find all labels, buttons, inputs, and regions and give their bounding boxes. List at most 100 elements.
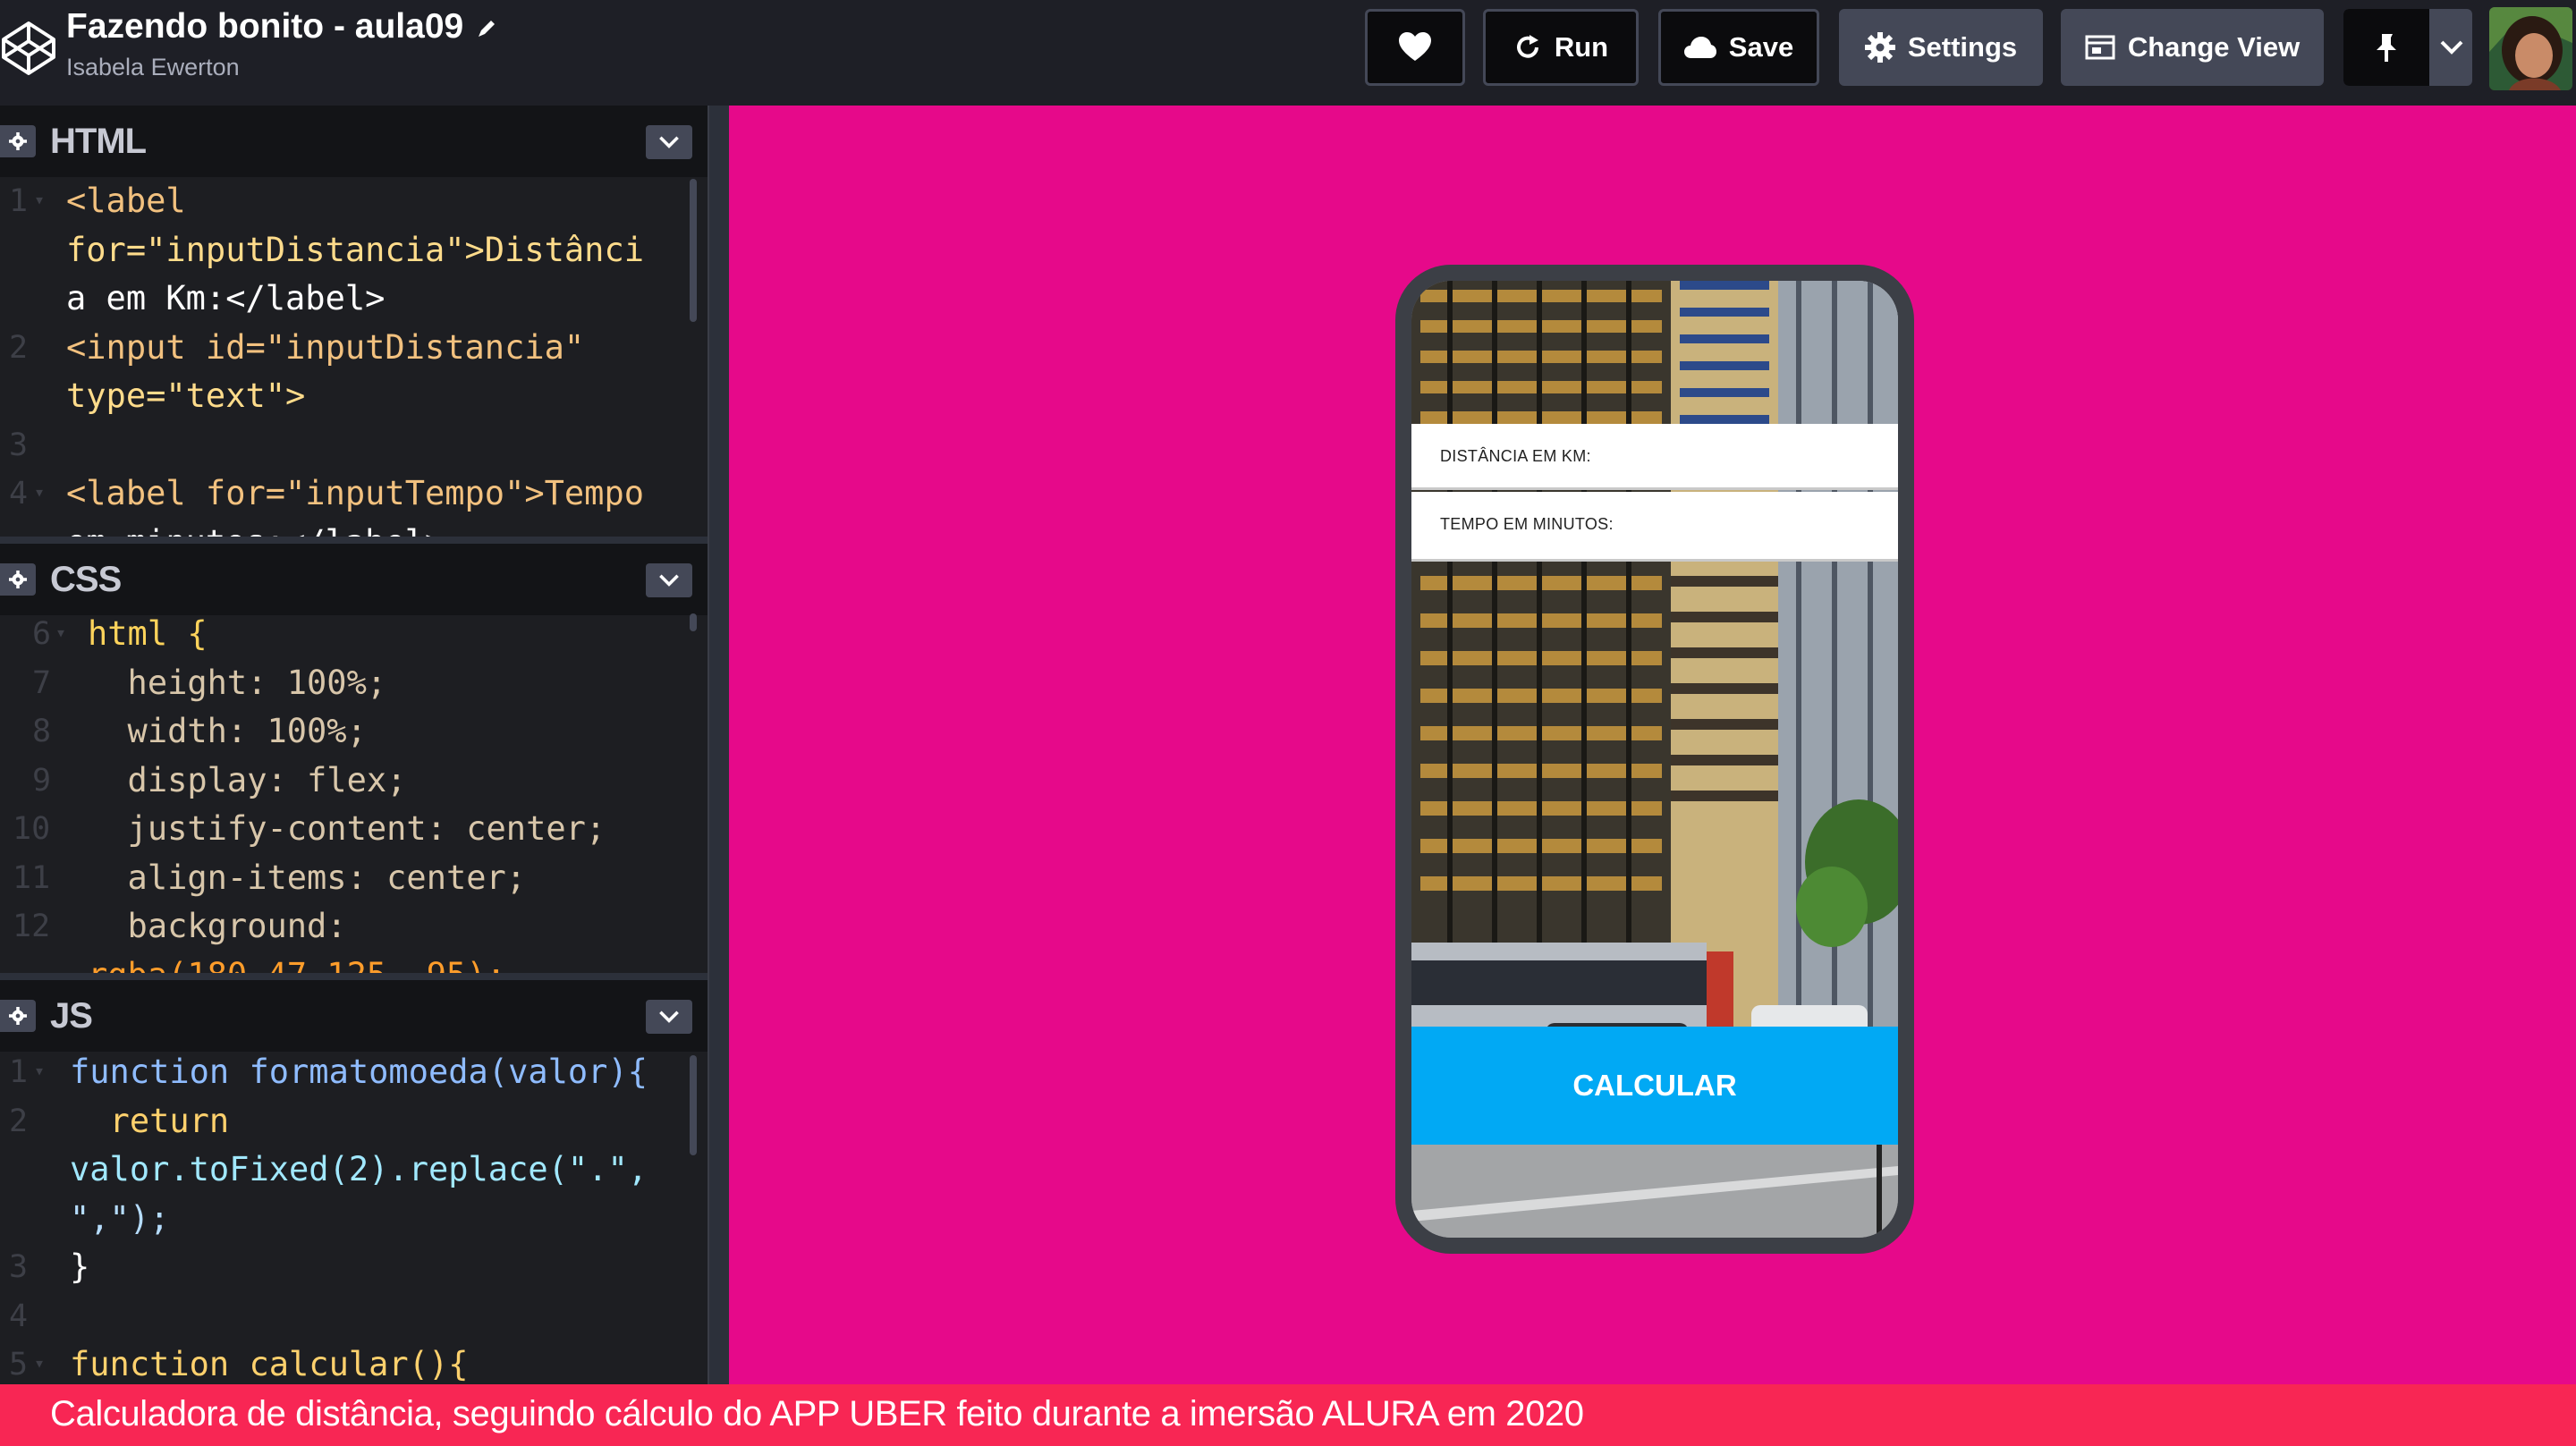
code-line: 4: [0, 1292, 708, 1341]
project-title-text[interactable]: Fazendo bonito - aula09: [66, 7, 463, 46]
code-line: valor.toFixed(2).replace(".",: [0, 1146, 708, 1195]
code-text: valor.toFixed(2).replace(".",: [70, 1150, 648, 1188]
run-label: Run: [1554, 31, 1609, 63]
change-view-label: Change View: [2127, 31, 2301, 63]
editor-column: HTML 1 ▾ <label for="inputDistancia">Distâ…: [0, 106, 708, 1384]
css-panel-header: CSS: [0, 544, 708, 615]
html-panel: HTML 1 ▾ <label for="inputDistancia">Distâ…: [0, 106, 708, 537]
code-line: 9 display: flex;: [0, 757, 708, 806]
css-panel: CSS 6 ▾ html { 7 height: 100%; 8 width: 10…: [0, 544, 708, 973]
user-avatar[interactable]: [2489, 7, 2572, 90]
line-number: 3: [9, 1249, 29, 1285]
result-preview: DISTÂNCIA EM KM: TEMPO EM MINUTOS: CALCU…: [729, 106, 2576, 1384]
run-button[interactable]: Run: [1483, 9, 1639, 86]
code-line: for="inputDistancia">Distânci: [0, 226, 708, 275]
code-line: 11 align-items: center;: [0, 854, 708, 903]
fold-arrow-icon[interactable]: ▾: [34, 1046, 45, 1095]
time-input[interactable]: TEMPO EM MINUTOS:: [1411, 492, 1898, 562]
code-text: align-items: center;: [88, 858, 527, 897]
code-text: display: flex;: [88, 760, 407, 799]
js-panel-title: JS: [50, 996, 93, 1036]
save-label: Save: [1728, 31, 1794, 63]
line-number: 11: [13, 859, 51, 896]
css-panel-menu-button[interactable]: [646, 563, 692, 597]
line-number: 2: [9, 329, 29, 366]
codepen-logo-icon[interactable]: [0, 20, 57, 77]
save-button[interactable]: Save: [1658, 9, 1819, 86]
line-number: 2: [9, 1103, 29, 1139]
js-panel-menu-button[interactable]: [646, 1000, 692, 1034]
code-line: a em Km:</label>: [0, 275, 708, 324]
html-scrollbar[interactable]: [690, 179, 697, 322]
distance-input[interactable]: DISTÂNCIA EM KM:: [1411, 424, 1898, 490]
gear-icon: [9, 132, 27, 150]
caption-text: Calculadora de distância, seguindo cálcu…: [50, 1394, 1584, 1433]
html-panel-menu-button[interactable]: [646, 125, 692, 159]
code-text: <input id="inputDistancia": [66, 327, 585, 367]
js-panel: JS 1 ▾ function formatomoeda(valor){ 2 ret…: [0, 980, 708, 1384]
html-settings-button[interactable]: [0, 125, 36, 157]
code-text: <label for="inputTempo">Tempo: [66, 474, 645, 512]
gear-icon: [9, 571, 27, 588]
editor-resize-handle[interactable]: [708, 106, 729, 1384]
pencil-icon[interactable]: [476, 18, 497, 39]
line-number: 8: [32, 714, 52, 749]
html-panel-title: HTML: [50, 122, 147, 161]
panel-resize-handle[interactable]: [0, 973, 708, 980]
distance-label: DISTÂNCIA EM KM:: [1440, 447, 1591, 465]
heart-icon: [1399, 32, 1431, 61]
fold-arrow-icon[interactable]: ▾: [34, 468, 45, 517]
code-line: 6 ▾ html {: [0, 610, 708, 659]
layout-icon: [2085, 35, 2115, 60]
change-view-button[interactable]: Change View: [2061, 9, 2324, 86]
code-text: em minutos:</label>: [66, 519, 445, 537]
code-text: ",");: [70, 1198, 170, 1238]
code-line: 5 ▾ function calcular(){: [0, 1340, 708, 1384]
fold-arrow-icon[interactable]: ▾: [55, 608, 66, 657]
code-line: 7 height: 100%;: [0, 659, 708, 708]
css-scrollbar[interactable]: [690, 613, 697, 631]
line-number: 10: [13, 811, 51, 847]
line-number: 9: [32, 762, 52, 799]
author-name[interactable]: Isabela Ewerton: [66, 54, 240, 81]
code-text: <label: [66, 182, 186, 220]
code-line: 1 ▾ <label: [0, 177, 708, 226]
codepen-editor: Fazendo bonito - aula09 Isabela Ewerton …: [0, 0, 2576, 1446]
code-text: function calcular(){: [70, 1345, 469, 1383]
phone-mockup: DISTÂNCIA EM KM: TEMPO EM MINUTOS: CALCU…: [1395, 265, 1914, 1254]
css-settings-button[interactable]: [0, 563, 36, 596]
html-panel-header: HTML: [0, 106, 708, 177]
html-code-editor[interactable]: 1 ▾ <label for="inputDistancia">Distânci a…: [0, 177, 708, 537]
settings-button[interactable]: Settings: [1839, 9, 2043, 86]
chevron-down-icon: [659, 136, 679, 148]
js-settings-button[interactable]: [0, 1000, 36, 1032]
code-text: height: 100%;: [88, 663, 387, 702]
cloud-icon: [1683, 37, 1716, 58]
fold-arrow-icon[interactable]: ▾: [34, 1339, 45, 1384]
code-text: for="inputDistancia">Distânci: [66, 230, 645, 269]
panel-resize-handle[interactable]: [0, 537, 708, 544]
code-line: 2 <input id="inputDistancia": [0, 324, 708, 373]
code-text: justify-content: center;: [88, 809, 606, 848]
code-text: html {: [88, 614, 208, 653]
fold-arrow-icon[interactable]: ▾: [34, 175, 45, 224]
pin-button[interactable]: [2343, 9, 2429, 86]
line-number: 3: [9, 427, 29, 463]
project-title[interactable]: Fazendo bonito - aula09: [66, 7, 497, 47]
css-code-editor[interactable]: 6 ▾ html { 7 height: 100%; 8 width: 100%; …: [0, 610, 708, 973]
avatar-photo: [2489, 7, 2572, 90]
js-code-editor[interactable]: 1 ▾ function formatomoeda(valor){ 2 return…: [0, 1048, 708, 1384]
pin-menu-button[interactable]: [2343, 9, 2472, 86]
code-line: 3: [0, 421, 708, 470]
caption-banner: Calculadora de distância, seguindo cálcu…: [0, 1384, 2576, 1446]
like-button[interactable]: [1365, 9, 1465, 86]
code-text: a em Km:</label>: [66, 279, 386, 317]
js-scrollbar[interactable]: [690, 1055, 697, 1155]
css-panel-title: CSS: [50, 560, 122, 599]
code-line: ",");: [0, 1195, 708, 1244]
pin-icon: [2377, 34, 2396, 62]
code-text: function formatomoeda(valor){: [70, 1053, 648, 1091]
code-text: return: [70, 1101, 230, 1140]
line-number: 7: [32, 664, 52, 701]
calculate-button[interactable]: CALCULAR: [1411, 1027, 1898, 1145]
